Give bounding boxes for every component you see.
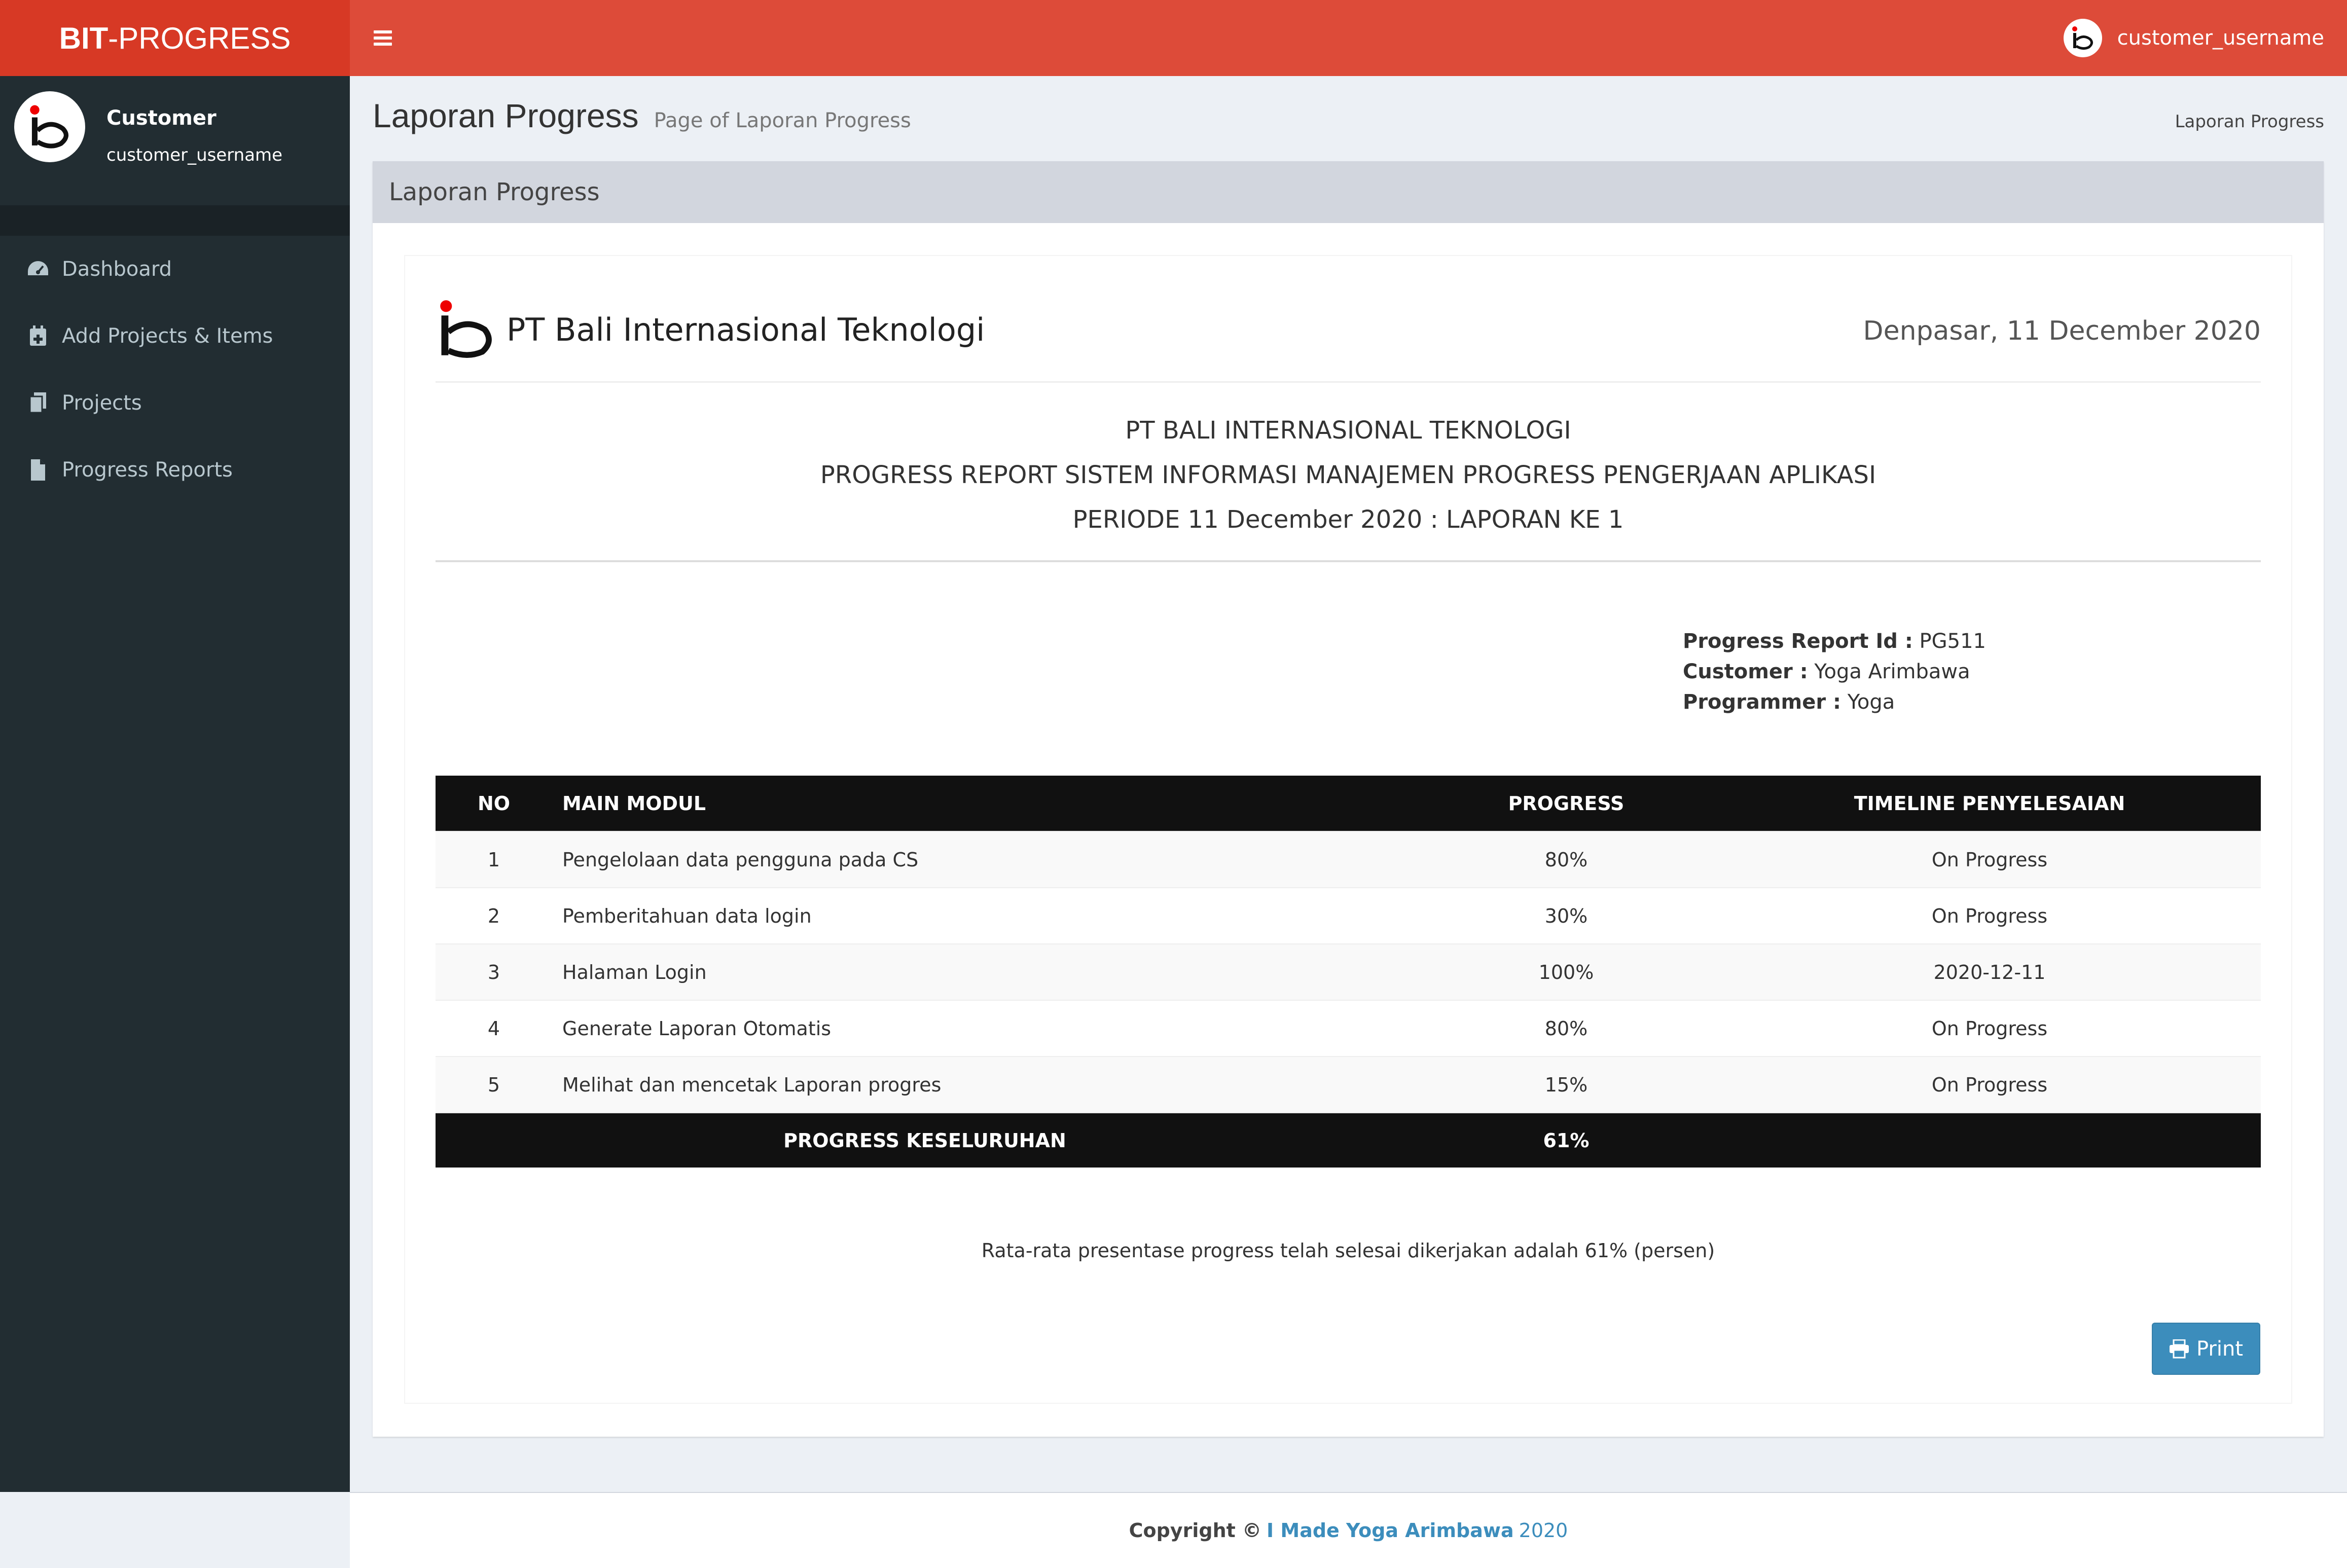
sidebar-item-add-projects[interactable]: Add Projects & Items xyxy=(0,303,350,370)
table-row: 3 Halaman Login 100% 2020-12-11 xyxy=(436,943,2261,1000)
navbar-username: customer_username xyxy=(2117,26,2324,50)
printer-icon xyxy=(2169,1339,2189,1358)
divider xyxy=(436,560,2261,562)
cell-timeline: On Progress xyxy=(1718,831,2261,888)
sidebar-item-label: Projects xyxy=(62,391,142,415)
cell-timeline: On Progress xyxy=(1718,1000,2261,1056)
report-heading-3: PERIODE 11 December 2020 : LAPORAN KE 1 xyxy=(1072,505,1624,534)
copy-icon xyxy=(26,391,50,415)
sidebar-avatar xyxy=(14,91,85,162)
sidebar-item-progress-reports[interactable]: Progress Reports xyxy=(0,436,350,503)
sidebar-username: customer_username xyxy=(106,145,283,165)
report-meta: Progress Report Id : PG511 Customer : Yo… xyxy=(1683,626,1986,717)
user-panel: Customer customer_username xyxy=(0,76,350,205)
table-header-row: NO MAIN MODUL PROGRESS TIMELINE PENYELES… xyxy=(436,776,2261,831)
hamburger-icon xyxy=(374,30,392,46)
report-invoice: PT Bali Internasional Teknologi Denpasar… xyxy=(404,255,2292,1404)
meta-id-label: Progress Report Id : xyxy=(1683,630,1913,653)
top-navbar: customer_username xyxy=(350,0,2347,76)
report-titles: PT BALI INTERNASIONAL TEKNOLOGI PROGRESS… xyxy=(436,408,2261,542)
sidebar-menu: Dashboard Add Projects & Items Projects … xyxy=(0,236,350,503)
total-value: 61% xyxy=(1414,1112,1718,1168)
cell-no: 3 xyxy=(436,943,552,1000)
cell-timeline: 2020-12-11 xyxy=(1718,943,2261,1000)
sidebar-menu-header xyxy=(0,205,350,236)
company: PT Bali Internasional Teknologi xyxy=(436,297,985,362)
sidebar-role: Customer xyxy=(106,106,216,130)
meta-programmer-value: Yoga xyxy=(1847,690,1895,714)
bit-logo-icon xyxy=(2072,26,2093,50)
cell-modul: Generate Laporan Otomatis xyxy=(552,1000,1414,1056)
page-subtitle: Page of Laporan Progress xyxy=(654,109,911,132)
table-row: 4 Generate Laporan Otomatis 80% On Progr… xyxy=(436,1000,2261,1056)
meta-customer-value: Yoga Arimbawa xyxy=(1814,660,1970,683)
cell-no: 1 xyxy=(436,831,552,888)
table-row: 2 Pemberitahuan data login 30% On Progre… xyxy=(436,887,2261,944)
sidebar-item-label: Progress Reports xyxy=(62,458,233,482)
cell-no: 4 xyxy=(436,1000,552,1056)
brand-bold: BIT xyxy=(59,21,109,55)
column-header: PROGRESS xyxy=(1414,776,1718,831)
cell-no: 5 xyxy=(436,1056,552,1113)
cell-no: 2 xyxy=(436,887,552,944)
sidebar-toggle-button[interactable] xyxy=(350,0,416,76)
company-name: PT Bali Internasional Teknologi xyxy=(507,311,985,348)
breadcrumb[interactable]: Laporan Progress xyxy=(2175,112,2324,132)
sidebar: Customer customer_username Dashboard Add… xyxy=(0,76,350,1492)
sidebar-item-dashboard[interactable]: Dashboard xyxy=(0,236,350,303)
sidebar-item-label: Add Projects & Items xyxy=(62,324,273,348)
file-icon xyxy=(26,458,50,482)
cell-progress: 80% xyxy=(1414,831,1718,888)
table-total-row: PROGRESS KESELURUHAN 61% xyxy=(436,1112,2261,1168)
cell-timeline: On Progress xyxy=(1718,1056,2261,1113)
column-header: NO xyxy=(436,776,552,831)
footer-copyright: Copyright © xyxy=(1129,1519,1262,1542)
cell-progress: 15% xyxy=(1414,1056,1718,1113)
total-empty xyxy=(1718,1112,2261,1168)
footer-author-link[interactable]: I Made Yoga Arimbawa xyxy=(1267,1519,1514,1542)
total-label: PROGRESS KESELURUHAN xyxy=(436,1112,1414,1168)
page-title: Laporan Progress xyxy=(373,97,639,134)
footer: Copyright © I Made Yoga Arimbawa 2020 xyxy=(350,1492,2347,1568)
cell-timeline: On Progress xyxy=(1718,887,2261,944)
report-box: Laporan Progress PT Bali Internasional T… xyxy=(373,161,2324,1437)
brand-rest: -PROGRESS xyxy=(108,21,291,55)
column-header: MAIN MODUL xyxy=(552,776,1414,831)
avatar xyxy=(2063,19,2102,57)
meta-programmer-label: Programmer : xyxy=(1683,690,1842,714)
brand-logo[interactable]: BIT -PROGRESS xyxy=(0,0,350,76)
report-date: Denpasar, 11 December 2020 xyxy=(1863,316,2261,346)
table-row: 1 Pengelolaan data pengguna pada CS 80% … xyxy=(436,831,2261,888)
calendar-plus-icon xyxy=(26,324,50,348)
report-summary: Rata-rata presentase progress telah sele… xyxy=(981,1239,1715,1262)
print-button[interactable]: Print xyxy=(2152,1323,2260,1375)
report-heading-1: PT BALI INTERNASIONAL TEKNOLOGI xyxy=(1125,416,1571,445)
progress-table: NO MAIN MODUL PROGRESS TIMELINE PENYELES… xyxy=(436,776,2261,1168)
table-row: 5 Melihat dan mencetak Laporan progres 1… xyxy=(436,1056,2261,1113)
user-menu[interactable]: customer_username xyxy=(2063,19,2324,57)
box-header: Laporan Progress xyxy=(373,161,2324,223)
sidebar-item-projects[interactable]: Projects xyxy=(0,370,350,436)
meta-id-value: PG511 xyxy=(1919,630,1986,653)
cell-progress: 30% xyxy=(1414,887,1718,944)
cell-modul: Halaman Login xyxy=(552,943,1414,1000)
bit-logo-icon xyxy=(30,105,68,149)
column-header: TIMELINE PENYELESAIAN xyxy=(1718,776,2261,831)
bit-logo-icon xyxy=(440,300,492,358)
sidebar-item-label: Dashboard xyxy=(62,258,172,281)
report-header: PT Bali Internasional Teknologi Denpasar… xyxy=(436,297,2261,383)
cell-modul: Pemberitahuan data login xyxy=(552,887,1414,944)
report-heading-2: PROGRESS REPORT SISTEM INFORMASI MANAJEM… xyxy=(820,461,1876,489)
print-label: Print xyxy=(2196,1337,2243,1361)
cell-modul: Pengelolaan data pengguna pada CS xyxy=(552,831,1414,888)
cell-progress: 80% xyxy=(1414,1000,1718,1056)
content-header: Laporan Progress Page of Laporan Progres… xyxy=(373,96,2324,147)
cell-progress: 100% xyxy=(1414,943,1718,1000)
meta-customer-label: Customer : xyxy=(1683,660,1808,683)
footer-year: 2020 xyxy=(1519,1519,1568,1542)
dashboard-icon xyxy=(26,258,50,281)
cell-modul: Melihat dan mencetak Laporan progres xyxy=(552,1056,1414,1113)
